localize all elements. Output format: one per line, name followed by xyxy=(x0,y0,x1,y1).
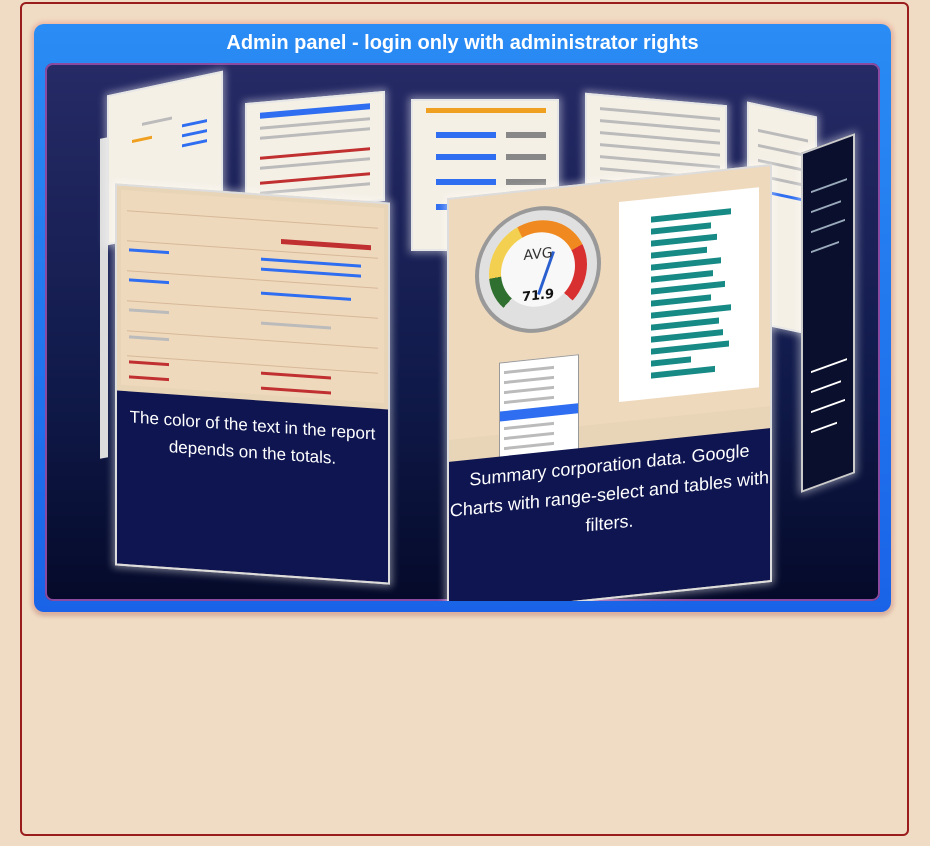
card-caption: Summary corporation data. Google Charts … xyxy=(449,428,770,601)
avg-gauge: AVG 71.9 xyxy=(479,204,597,335)
charts-screenshot: AVG 71.9 xyxy=(449,166,770,485)
carousel-stage[interactable]: The color of the text in the report depe… xyxy=(45,63,880,601)
carousel-card-summary-charts[interactable]: AVG 71.9 Summary corporation data. Googl… xyxy=(447,163,772,601)
carousel-card-side-right[interactable] xyxy=(801,133,855,493)
bar-chart-thumbnail xyxy=(619,187,759,403)
page-frame: Admin panel - login only with administra… xyxy=(20,2,909,836)
carousel-card-report-colors[interactable]: The color of the text in the report depe… xyxy=(115,183,390,585)
card-screenshot xyxy=(250,96,380,208)
card-caption: The color of the text in the report depe… xyxy=(117,390,388,583)
admin-panel: Admin panel - login only with administra… xyxy=(34,24,891,612)
panel-title: Admin panel - login only with administra… xyxy=(226,32,699,54)
report-table-screenshot xyxy=(121,189,384,404)
